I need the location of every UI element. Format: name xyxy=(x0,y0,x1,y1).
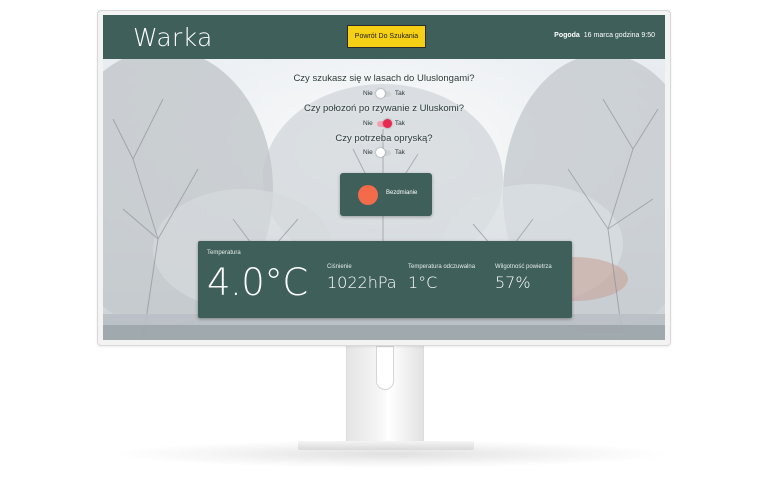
question-3-no-label: Nie xyxy=(363,149,373,156)
question-2-toggle[interactable] xyxy=(376,118,392,128)
toggle-knob xyxy=(382,118,392,128)
humidity-value: 57% xyxy=(495,273,531,292)
city-name: Warka xyxy=(133,23,213,52)
screen: Warka Powrót Do Szukania Pogoda 16 marca… xyxy=(103,15,665,340)
temperature-label: Temperatura xyxy=(207,250,241,256)
recommendation-status-dot xyxy=(358,185,378,205)
monitor: Warka Powrót Do Szukania Pogoda 16 marca… xyxy=(97,10,671,346)
back-to-search-button[interactable]: Powrót Do Szukania xyxy=(347,25,426,48)
recommendation-card: Bezdmianie xyxy=(340,173,432,216)
datetime-text: 16 marca godzina 9:50 xyxy=(583,32,655,39)
question-2-yes-label: Tak xyxy=(394,120,405,127)
question-1: Czy szukasz się w lasach do Uluslongami? xyxy=(293,73,475,84)
question-3-toggle-row: Nie Tak xyxy=(103,147,665,157)
monitor-stand-cable-hole xyxy=(376,346,394,390)
recommendation-label: Bezdmianie xyxy=(386,190,418,196)
question-1-no-label: Nie xyxy=(363,90,373,97)
toggle-knob xyxy=(375,147,385,157)
feels-like-label: Temperatura odczuwalna xyxy=(408,264,476,270)
question-3-yes-label: Tak xyxy=(394,149,405,156)
question-1-yes-label: Tak xyxy=(394,90,405,97)
weather-label: Pogoda xyxy=(554,32,580,39)
question-2-toggle-row: Nie Tak xyxy=(103,118,665,128)
pressure-label: Ciśnienie xyxy=(327,264,352,270)
feels-like-value: 1°C xyxy=(408,273,438,292)
monitor-stand-base xyxy=(298,441,474,450)
question-2-no-label: Nie xyxy=(363,120,373,127)
question-1-toggle[interactable] xyxy=(375,88,391,98)
question-2: Czy połozoń po rzywanie z Uluskomi? xyxy=(304,103,464,114)
toggle-knob xyxy=(375,88,385,98)
question-3: Czy potrzeba opryską? xyxy=(335,133,433,144)
question-1-toggle-row: Nie Tak xyxy=(103,88,665,98)
question-3-toggle[interactable] xyxy=(375,147,391,157)
weather-datetime: Pogoda 16 marca godzina 9:50 xyxy=(554,32,655,39)
weather-panel: Temperatura 4.0°C Ciśnienie 1022hPa Temp… xyxy=(198,241,572,318)
pressure-value: 1022hPa xyxy=(327,273,397,292)
app-header: Warka Powrót Do Szukania Pogoda 16 marca… xyxy=(103,15,665,59)
temperature-value: 4.0°C xyxy=(207,261,308,304)
humidity-label: Wilgotność powietrza xyxy=(495,264,552,270)
